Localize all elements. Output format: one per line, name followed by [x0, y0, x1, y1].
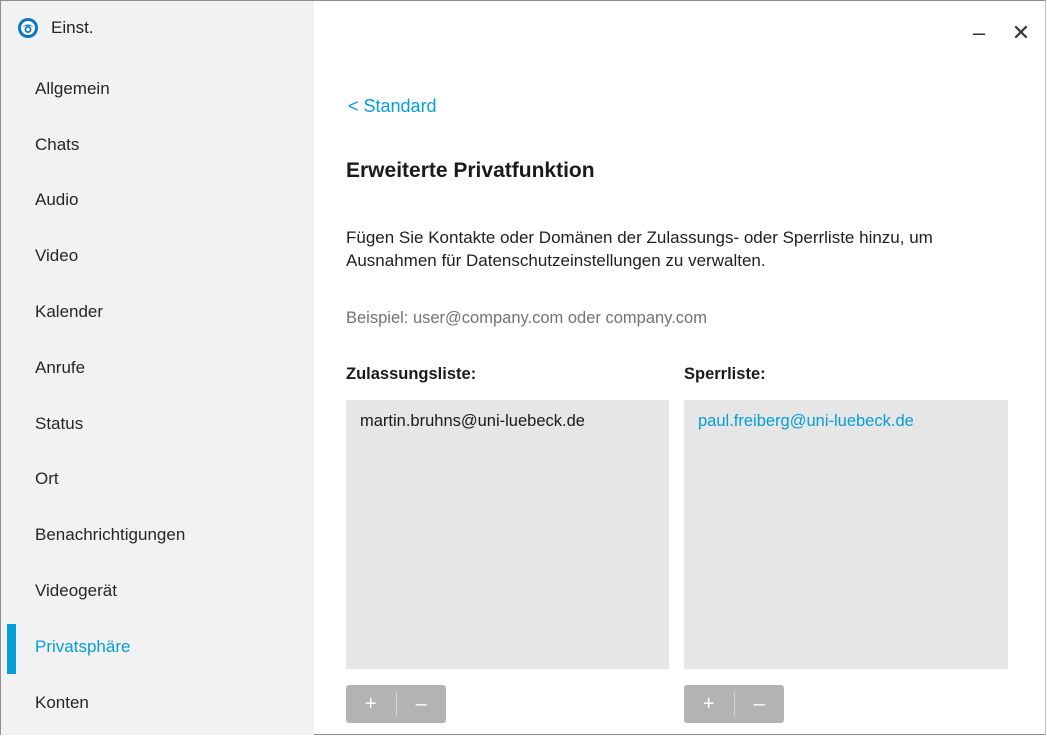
sidebar-item-chats[interactable]: Chats	[1, 117, 314, 173]
sidebar-item-kalender[interactable]: Kalender	[1, 284, 314, 340]
example-hint: Beispiel: user@company.com oder company.…	[346, 309, 707, 327]
block-list-remove-button[interactable]: –	[734, 685, 784, 723]
close-button[interactable]: ✕	[1007, 19, 1035, 47]
list-item[interactable]: paul.freiberg@uni-luebeck.de	[698, 410, 994, 432]
window-controls: – ✕	[965, 19, 1035, 47]
block-list-box[interactable]: paul.freiberg@uni-luebeck.de	[684, 400, 1008, 669]
block-list-add-button[interactable]: +	[684, 685, 734, 723]
block-list-button-group: + –	[684, 685, 784, 723]
sidebar-item-videogeraet[interactable]: Videogerät	[1, 563, 314, 619]
back-to-standard-link[interactable]: < Standard	[348, 96, 437, 117]
sidebar: Einst. Allgemein Chats Audio Video Kalen…	[1, 1, 314, 735]
description-text: Fügen Sie Kontakte oder Domänen der Zula…	[346, 228, 933, 270]
sidebar-item-status[interactable]: Status	[1, 396, 314, 452]
sidebar-item-privatsphaere[interactable]: Privatsphäre	[1, 619, 314, 675]
allow-list-label: Zulassungsliste:	[346, 365, 477, 383]
allow-list-add-button[interactable]: +	[346, 685, 396, 723]
sidebar-item-allgemein[interactable]: Allgemein	[1, 61, 314, 117]
sidebar-item-konten[interactable]: Konten	[1, 675, 314, 731]
sidebar-item-benachrichtigungen[interactable]: Benachrichtigungen	[1, 507, 314, 563]
sidebar-item-anrufe[interactable]: Anrufe	[1, 340, 314, 396]
allow-list-button-group: + –	[346, 685, 446, 723]
settings-window: Einst. Allgemein Chats Audio Video Kalen…	[0, 0, 1046, 735]
minimize-button[interactable]: –	[965, 19, 993, 47]
allow-list-box[interactable]: martin.bruhns@uni-luebeck.de	[346, 400, 669, 669]
page-title: Erweiterte Privatfunktion	[346, 159, 595, 182]
sidebar-nav: Allgemein Chats Audio Video Kalender Anr…	[1, 61, 314, 731]
sidebar-item-ort[interactable]: Ort	[1, 452, 314, 508]
sidebar-item-audio[interactable]: Audio	[1, 173, 314, 229]
list-item[interactable]: martin.bruhns@uni-luebeck.de	[360, 410, 655, 432]
app-title: Einst.	[17, 15, 94, 41]
app-title-text: Einst.	[51, 18, 94, 37]
webex-logo-icon	[18, 18, 38, 38]
block-list-label: Sperrliste:	[684, 365, 766, 383]
allow-list-remove-button[interactable]: –	[396, 685, 446, 723]
sidebar-item-video[interactable]: Video	[1, 228, 314, 284]
